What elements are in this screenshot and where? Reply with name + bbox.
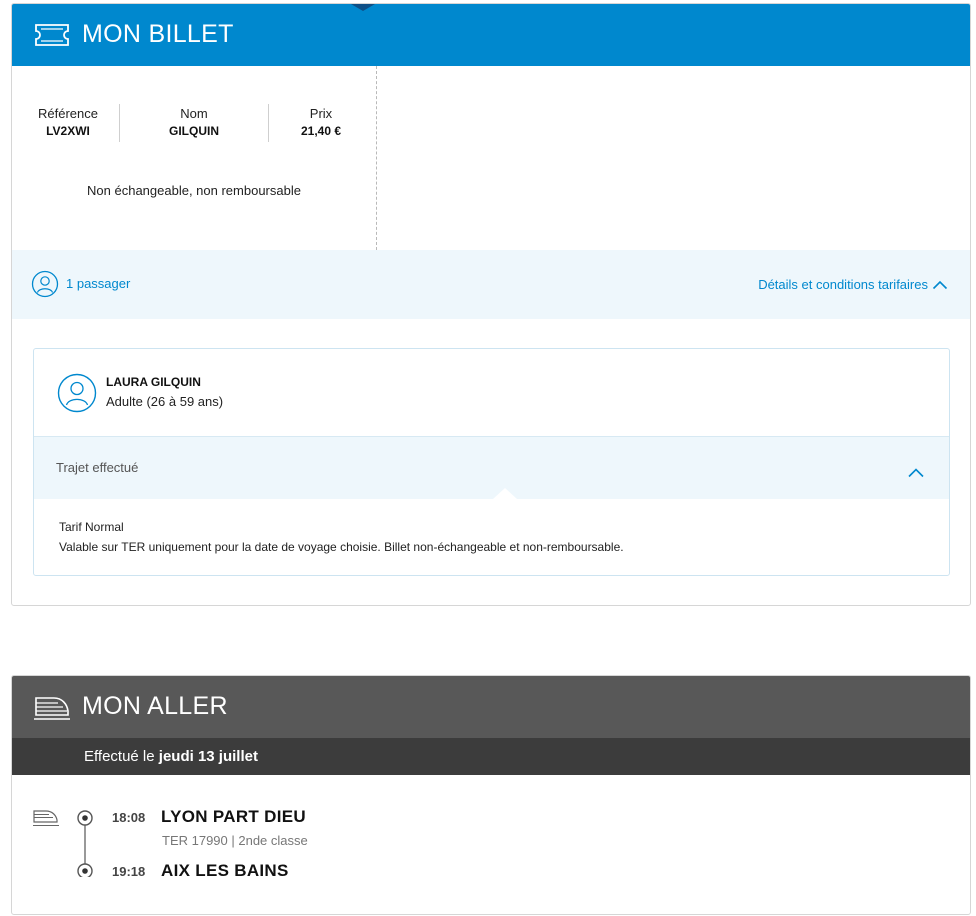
column-divider [119, 104, 120, 142]
user-icon [31, 270, 59, 298]
passenger-card: LAURA GILQUIN Adulte (26 à 59 ans) Traje… [33, 348, 950, 576]
prix-value: 21,40 € [300, 124, 342, 138]
chevron-up-icon [932, 280, 948, 289]
billet-card: MON BILLET Référence LV2XWI Nom GILQUIN … [11, 3, 971, 606]
billet-header: MON BILLET [12, 4, 970, 66]
passenger-type: Adulte (26 à 59 ans) [106, 394, 224, 409]
trajet-notch [493, 488, 517, 499]
aller-header: MON ALLER [12, 676, 970, 738]
prix-label: Prix [309, 106, 333, 121]
chevron-up-icon [908, 468, 924, 478]
aller-date-text: Effectué le jeudi 13 juillet [84, 748, 258, 765]
header-notch [351, 4, 375, 11]
tarif-description: Valable sur TER uniquement pour la date … [59, 540, 624, 554]
train-info: TER 17990 | 2nde classe [162, 833, 308, 848]
ticket-icon [34, 23, 70, 47]
departure-time: 18:08 [112, 810, 146, 825]
nom-column: Nom GILQUIN [132, 106, 256, 138]
trajet-label: Trajet effectué [56, 460, 139, 475]
column-divider [268, 104, 269, 142]
reference-value: LV2XWI [46, 124, 90, 138]
passenger-name: LAURA GILQUIN [106, 375, 201, 389]
arrival-time: 19:18 [112, 864, 146, 879]
ticket-conditions: Non échangeable, non remboursable [87, 183, 301, 198]
reference-column: Référence LV2XWI [28, 106, 108, 138]
details-conditions-link[interactable]: Détails et conditions tarifaires [758, 277, 948, 292]
aller-date-bar: Effectué le jeudi 13 juillet [12, 738, 970, 775]
journey-timeline [77, 810, 93, 877]
train-icon [34, 693, 70, 721]
aller-title: MON ALLER [82, 692, 228, 720]
details-conditions-label: Détails et conditions tarifaires [758, 277, 928, 292]
tarif-title: Tarif Normal [59, 520, 124, 534]
arrival-station: AIX LES BAINS [161, 861, 289, 880]
effectue-date: jeudi 13 juillet [158, 748, 258, 765]
reference-label: Référence [38, 106, 98, 121]
dashed-divider [376, 66, 377, 250]
nom-label: Nom [180, 106, 208, 121]
billet-info: Référence LV2XWI Nom GILQUIN Prix 21,40 … [12, 66, 970, 250]
departure-station: LYON PART DIEU [161, 807, 306, 826]
train-icon [33, 809, 59, 827]
effectue-prefix: Effectué le [84, 748, 155, 765]
trajet-toggle[interactable]: Trajet effectué [34, 436, 949, 499]
prix-column: Prix 21,40 € [281, 106, 361, 138]
passenger-summary-bar: 1 passager Détails et conditions tarifai… [12, 250, 970, 319]
avatar-icon [57, 373, 97, 413]
billet-title: MON BILLET [82, 20, 234, 48]
passenger-count: 1 passager [66, 276, 131, 291]
aller-card: MON ALLER Effectué le jeudi 13 juillet 1… [11, 675, 971, 915]
nom-value: GILQUIN [169, 124, 219, 138]
